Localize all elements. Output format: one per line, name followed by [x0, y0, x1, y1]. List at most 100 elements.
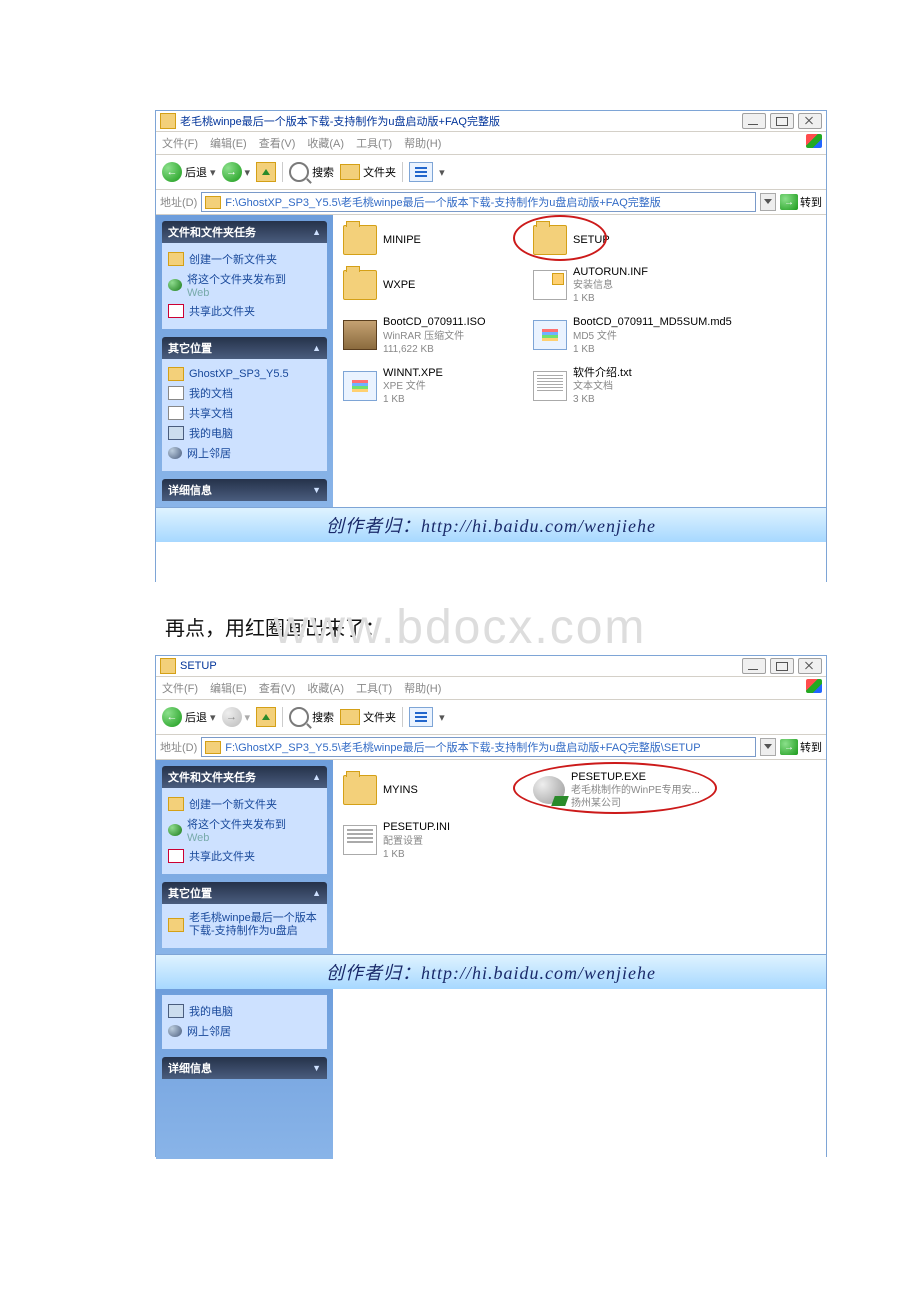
- place-item[interactable]: GhostXP_SP3_Y5.5: [168, 365, 321, 383]
- menu-file[interactable]: 文件(F): [162, 680, 198, 696]
- maximize-button[interactable]: [770, 113, 794, 129]
- maximize-button[interactable]: [770, 658, 794, 674]
- file-item-pesetup-exe[interactable]: PESETUP.EXE 老毛桃制作的WinPE专用安... 扬州某公司: [533, 770, 723, 810]
- menu-file[interactable]: 文件(F): [162, 135, 198, 151]
- go-button[interactable]: →: [780, 739, 798, 755]
- collapse-icon[interactable]: ▲: [312, 227, 321, 237]
- file-item-myins[interactable]: MYINS: [343, 770, 533, 810]
- back-button[interactable]: ← 后退 ▾: [162, 162, 216, 182]
- expand-icon[interactable]: ▼: [312, 485, 321, 495]
- close-button[interactable]: [798, 113, 822, 129]
- close-button[interactable]: [798, 658, 822, 674]
- menu-fav[interactable]: 收藏(A): [307, 135, 344, 151]
- collapse-icon[interactable]: ▲: [312, 888, 321, 898]
- file-size: 1 KB: [573, 292, 648, 305]
- network-icon: [168, 1025, 182, 1037]
- up-button[interactable]: [256, 162, 276, 182]
- task-new-folder[interactable]: 创建一个新文件夹: [168, 794, 321, 814]
- collapse-icon[interactable]: ▲: [312, 772, 321, 782]
- menu-edit[interactable]: 编辑(E): [210, 680, 247, 696]
- explorer-window-2: SETUP 文件(F) 编辑(E) 查看(V) 收藏(A) 工具(T) 帮助(H…: [155, 655, 827, 1157]
- file-item-md5[interactable]: BootCD_070911_MD5SUM.md5 MD5 文件 1 KB: [533, 315, 723, 355]
- panel-header: 详细信息: [168, 1060, 212, 1076]
- folders-button[interactable]: 文件夹: [340, 709, 396, 725]
- place-item[interactable]: 我的电脑: [168, 1001, 321, 1021]
- place-item[interactable]: 我的电脑: [168, 423, 321, 443]
- minimize-button[interactable]: [742, 113, 766, 129]
- menu-tools[interactable]: 工具(T): [356, 680, 392, 696]
- minimize-button[interactable]: [742, 658, 766, 674]
- credit-banner: 创作者归：http://hi.baidu.com/wenjiehe: [156, 507, 826, 542]
- file-list: MYINS PESETUP.EXE 老毛桃制作的WinPE专用安... 扬州某公…: [333, 760, 826, 954]
- label: 共享文档: [189, 405, 233, 421]
- file-item-minipe[interactable]: MINIPE: [343, 225, 533, 255]
- globe-icon: [168, 824, 182, 836]
- label: 将这个文件夹发布到Web: [187, 271, 286, 299]
- label: 共享此文件夹: [189, 848, 255, 864]
- file-item-wxpe[interactable]: WXPE: [343, 265, 533, 305]
- label: 我的文档: [189, 385, 233, 401]
- task-publish[interactable]: 将这个文件夹发布到Web: [168, 269, 321, 301]
- place-item[interactable]: 我的文档: [168, 383, 321, 403]
- address-input[interactable]: F:\GhostXP_SP3_Y5.5\老毛桃winpe最后一个版本下载-支持制…: [201, 192, 756, 212]
- task-share[interactable]: 共享此文件夹: [168, 846, 321, 866]
- expand-icon[interactable]: ▼: [312, 1063, 321, 1073]
- menubar: 文件(F) 编辑(E) 查看(V) 收藏(A) 工具(T) 帮助(H): [156, 677, 826, 700]
- address-label: 地址(D): [160, 194, 197, 210]
- menu-edit[interactable]: 编辑(E): [210, 135, 247, 151]
- views-button[interactable]: [409, 162, 433, 182]
- task-share[interactable]: 共享此文件夹: [168, 301, 321, 321]
- place-item[interactable]: 网上邻居: [168, 443, 321, 463]
- sidebar: 文件和文件夹任务▲ 创建一个新文件夹 将这个文件夹发布到Web 共享此文件夹 其…: [156, 215, 333, 507]
- md5-file-icon: [533, 320, 567, 350]
- folder-icon: [168, 797, 184, 811]
- address-label: 地址(D): [160, 739, 197, 755]
- folders-button[interactable]: 文件夹: [340, 164, 396, 180]
- file-item-txt[interactable]: 软件介绍.txt 文本文档 3 KB: [533, 366, 723, 406]
- views-button[interactable]: [409, 707, 433, 727]
- collapse-icon[interactable]: ▲: [312, 343, 321, 353]
- file-type: WinRAR 压缩文件: [383, 330, 486, 343]
- search-button[interactable]: 搜索: [289, 162, 334, 182]
- separator: [402, 707, 403, 727]
- file-item-autorun[interactable]: AUTORUN.INF 安装信息 1 KB: [533, 265, 723, 305]
- back-button[interactable]: ← 后退 ▾: [162, 707, 216, 727]
- task-publish[interactable]: 将这个文件夹发布到Web: [168, 814, 321, 846]
- folder-icon: [343, 270, 377, 300]
- place-item[interactable]: 老毛桃winpe最后一个版本下载-支持制作为u盘启: [168, 910, 321, 940]
- menu-tools[interactable]: 工具(T): [356, 135, 392, 151]
- forward-button[interactable]: → ▾: [222, 162, 251, 182]
- menu-fav[interactable]: 收藏(A): [307, 680, 344, 696]
- go-button[interactable]: →: [780, 194, 798, 210]
- interlude-text: 再点，用红圈画出来了：: [165, 612, 765, 641]
- menu-help[interactable]: 帮助(H): [404, 135, 441, 151]
- titlebar: 老毛桃winpe最后一个版本下载-支持制作为u盘启动版+FAQ完整版: [156, 111, 826, 132]
- file-item-setup[interactable]: SETUP: [533, 225, 723, 255]
- menu-view[interactable]: 查看(V): [259, 680, 296, 696]
- search-icon: [289, 162, 309, 182]
- place-item[interactable]: 共享文档: [168, 403, 321, 423]
- file-name: PESETUP.INI: [383, 820, 450, 834]
- back-arrow-icon: ←: [162, 162, 182, 182]
- place-item[interactable]: 网上邻居: [168, 1021, 321, 1041]
- address-path: F:\GhostXP_SP3_Y5.5\老毛桃winpe最后一个版本下载-支持制…: [225, 194, 661, 210]
- file-item-iso[interactable]: BootCD_070911.ISO WinRAR 压缩文件 111,622 KB: [343, 315, 533, 355]
- file-item-xpe[interactable]: WINNT.XPE XPE 文件 1 KB: [343, 366, 533, 406]
- address-dropdown-icon[interactable]: [760, 738, 776, 756]
- address-dropdown-icon[interactable]: [760, 193, 776, 211]
- task-new-folder[interactable]: 创建一个新文件夹: [168, 249, 321, 269]
- sidebar: 文件和文件夹任务▲ 创建一个新文件夹 将这个文件夹发布到Web 共享此文件夹 其…: [156, 760, 333, 954]
- label: 网上邻居: [187, 445, 231, 461]
- search-button[interactable]: 搜索: [289, 707, 334, 727]
- addressbar: 地址(D) F:\GhostXP_SP3_Y5.5\老毛桃winpe最后一个版本…: [156, 190, 826, 215]
- file-item-pesetup-ini[interactable]: PESETUP.INI 配置设置 1 KB: [343, 820, 533, 860]
- menu-view[interactable]: 查看(V): [259, 135, 296, 151]
- panel-header: 其它位置: [168, 340, 212, 356]
- folder-icon: [343, 225, 377, 255]
- folder-icon: [205, 196, 221, 209]
- address-input[interactable]: F:\GhostXP_SP3_Y5.5\老毛桃winpe最后一个版本下载-支持制…: [201, 737, 756, 757]
- menu-help[interactable]: 帮助(H): [404, 680, 441, 696]
- exe-file-icon: [533, 776, 565, 804]
- share-icon: [168, 304, 184, 318]
- up-button[interactable]: [256, 707, 276, 727]
